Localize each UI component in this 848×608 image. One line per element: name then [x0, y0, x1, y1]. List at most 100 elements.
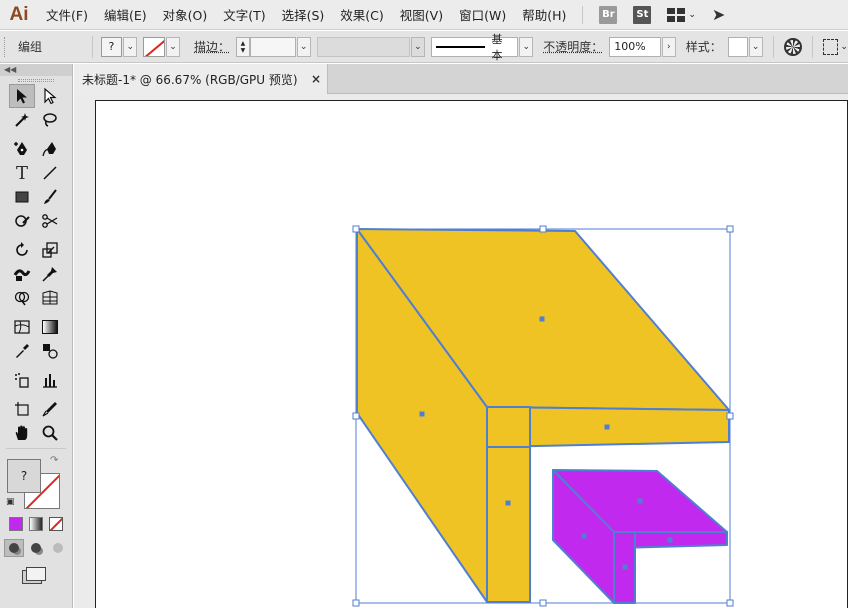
fill-dropdown[interactable]: ⌄ [123, 36, 138, 57]
draw-behind-icon[interactable] [26, 539, 46, 557]
bridge-icon[interactable]: Br [599, 5, 618, 24]
zoom-tool-icon[interactable] [37, 421, 63, 445]
perspective-grid-tool-icon[interactable] [37, 286, 63, 310]
menu-edit[interactable]: 编辑(E) [96, 0, 155, 30]
align-icon[interactable] [822, 38, 839, 55]
menu-object[interactable]: 对象(O) [155, 0, 216, 30]
pen-tool-icon[interactable] [9, 137, 35, 161]
mesh-tool-icon[interactable] [9, 315, 35, 339]
puppet-warp-tool-icon[interactable] [37, 262, 63, 286]
center-point [622, 564, 628, 570]
curvature-tool-icon[interactable] [37, 137, 63, 161]
menu-help[interactable]: 帮助(H) [514, 0, 574, 30]
gradient-mode-icon[interactable] [29, 517, 43, 531]
stroke-weight-dropdown[interactable]: ⌄ [296, 36, 311, 57]
lasso-tool-icon[interactable] [37, 108, 63, 132]
panel-grip[interactable] [0, 76, 72, 84]
yellow-corner[interactable] [486, 406, 531, 448]
workspace-switcher[interactable]: ⌄ [667, 7, 696, 22]
blend-tool-icon[interactable] [37, 339, 63, 363]
graphic-style-swatch[interactable] [727, 36, 748, 57]
slice-tool-icon[interactable] [37, 397, 63, 421]
stroke-label[interactable]: 描边： [188, 38, 236, 55]
scissors-tool-icon[interactable] [37, 209, 63, 233]
menu-file[interactable]: 文件(F) [38, 0, 96, 30]
scale-tool-icon[interactable] [37, 238, 63, 262]
center-point [581, 533, 587, 539]
menu-window[interactable]: 窗口(W) [451, 0, 514, 30]
bounding-box-handle[interactable] [539, 599, 547, 607]
bounding-box-handle[interactable] [726, 599, 734, 607]
shaper-tool-icon[interactable] [9, 209, 35, 233]
bounding-box-handle[interactable] [539, 225, 547, 233]
menu-type[interactable]: 文字(T) [215, 0, 273, 30]
bounding-box-handle[interactable] [352, 412, 360, 420]
eyedropper-tool-icon[interactable] [9, 339, 35, 363]
stroke-preview [435, 45, 486, 48]
variable-width-dropdown: ⌄ [410, 36, 425, 57]
opacity-arrow[interactable]: › [661, 36, 676, 57]
magic-wand-tool-icon[interactable] [9, 108, 35, 132]
brush-definition-label: 基本 [491, 32, 503, 62]
center-point [419, 411, 425, 417]
column-graph-tool-icon[interactable] [37, 368, 63, 392]
opacity-input[interactable]: 100% [609, 36, 661, 57]
rectangle-tool-icon[interactable] [9, 185, 35, 209]
draw-normal-icon[interactable] [4, 539, 24, 557]
stroke-color-dropdown[interactable]: ⌄ [166, 36, 181, 57]
bounding-box-handle[interactable] [352, 225, 360, 233]
gradient-tool-icon[interactable] [37, 315, 63, 339]
document-tab-title: 未标题-1* @ 66.67% (RGB/GPU 预览) [82, 72, 298, 87]
chevron-down-icon[interactable]: ⌄ [840, 42, 848, 52]
fill-indicator[interactable]: ? [7, 459, 41, 493]
bounding-box-handle[interactable] [726, 225, 734, 233]
hand-tool-icon[interactable] [9, 421, 35, 445]
menu-select[interactable]: 选择(S) [274, 0, 333, 30]
stroke-weight-input[interactable] [249, 36, 296, 57]
brush-definition-dropdown[interactable]: ⌄ [519, 36, 534, 57]
layout-grid-icon [667, 7, 686, 22]
style-label: 样式： [685, 40, 722, 54]
artwork[interactable] [96, 101, 848, 608]
direct-selection-tool-icon[interactable] [37, 84, 63, 108]
menu-view[interactable]: 视图(V) [392, 0, 451, 30]
shape-builder-tool-icon[interactable] [9, 286, 35, 310]
bounding-box-handle[interactable] [726, 412, 734, 420]
swap-fill-stroke-icon[interactable]: ↷ [50, 455, 58, 466]
menu-effect[interactable]: 效果(C) [332, 0, 391, 30]
bounding-box-handle[interactable] [352, 599, 360, 607]
recolor-artwork-icon[interactable] [783, 37, 802, 56]
app-logo[interactable]: Ai [0, 0, 38, 30]
chevron-down-icon: ⌄ [688, 9, 696, 20]
paintbrush-tool-icon[interactable] [37, 185, 63, 209]
close-icon[interactable]: × [311, 72, 321, 86]
brush-definition[interactable]: 基本 [430, 33, 519, 62]
none-mode-icon[interactable] [49, 517, 63, 531]
symbol-sprayer-tool-icon[interactable] [9, 368, 35, 392]
rotate-tool-icon[interactable] [9, 238, 35, 262]
draw-inside-icon[interactable] [48, 539, 68, 557]
center-point [539, 316, 545, 322]
menu-bar: Ai 文件(F) 编辑(E) 对象(O) 文字(T) 选择(S) 效果(C) 视… [0, 0, 848, 30]
artboard[interactable] [95, 100, 848, 608]
stroke-weight-stepper[interactable]: ▲ ▼ [236, 36, 250, 57]
color-mode-icon[interactable] [9, 517, 23, 531]
canvas[interactable] [74, 95, 848, 608]
artboard-tool-icon[interactable] [9, 397, 35, 421]
stock-icon[interactable]: St [633, 5, 652, 24]
collapse-panel-icon[interactable]: ◀◀ [0, 64, 72, 76]
width-tool-icon[interactable] [9, 262, 35, 286]
line-segment-tool-icon[interactable] [37, 161, 63, 185]
stroke-swatch[interactable] [143, 36, 166, 57]
type-tool-icon[interactable]: T [9, 161, 35, 185]
opacity-label[interactable]: 不透明度： [537, 38, 609, 55]
document-tab[interactable]: 未标题-1* @ 66.67% (RGB/GPU 预览) × [74, 64, 328, 94]
graphic-style-dropdown[interactable]: ⌄ [748, 36, 763, 57]
fill-swatch[interactable]: ? [100, 36, 123, 57]
control-bar: 编组 ? ⌄ ⌄ 描边： ▲ ▼ ⌄ ⌄ 基本 ⌄ 不透明度： 100% › 样式… [0, 31, 848, 63]
rocket-icon[interactable]: ➤ [712, 5, 725, 24]
divider [772, 35, 774, 58]
screen-mode-icon[interactable] [0, 567, 72, 581]
selection-tool-icon[interactable] [9, 84, 35, 108]
default-colors-icon[interactable]: ▣ [6, 497, 15, 507]
